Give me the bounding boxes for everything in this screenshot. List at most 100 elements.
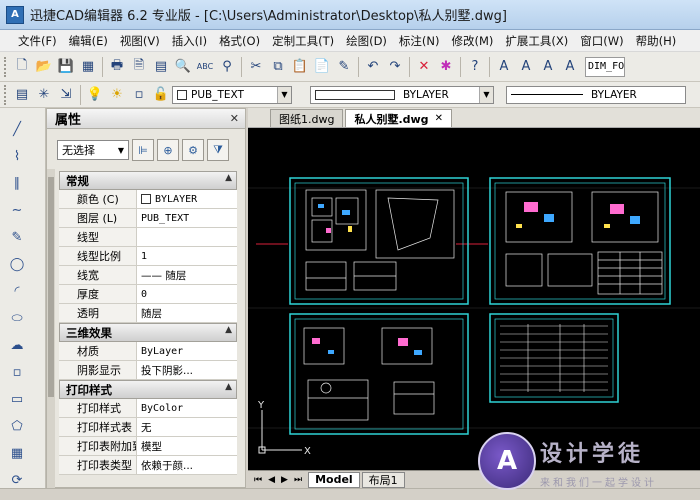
- property-value[interactable]: 随层: [137, 304, 237, 322]
- plot-icon[interactable]: ▤: [151, 57, 171, 77]
- drawing-canvas[interactable]: Y X: [248, 128, 700, 470]
- property-row[interactable]: 图层 (L) PUB_TEXT: [59, 209, 237, 228]
- property-value[interactable]: 无: [137, 418, 237, 436]
- text-a-icon[interactable]: A: [494, 57, 514, 77]
- point-icon[interactable]: ▫: [6, 361, 28, 383]
- circle-icon[interactable]: ◯: [6, 253, 28, 275]
- prev-layout-icon[interactable]: ◀: [268, 475, 275, 485]
- property-row[interactable]: 厚度 0: [59, 285, 237, 304]
- print-preview-icon[interactable]: 🗎: [129, 57, 149, 77]
- find-icon[interactable]: 🔍: [173, 57, 193, 77]
- menu-insert[interactable]: 插入(I): [172, 33, 207, 49]
- toolbar-grip[interactable]: [4, 56, 7, 77]
- layer-vp-icon[interactable]: ▫: [129, 85, 149, 105]
- paste-icon[interactable]: 📋: [290, 57, 310, 77]
- tab-drawing1[interactable]: 图纸1.dwg: [270, 109, 344, 127]
- property-row[interactable]: 打印样式表无: [59, 418, 237, 437]
- close-icon[interactable]: ✕: [230, 112, 239, 125]
- filter-icon[interactable]: ⧩: [207, 139, 229, 161]
- color-dropdown[interactable]: BYLAYER ▼: [310, 85, 494, 104]
- property-value[interactable]: PUB_TEXT: [137, 209, 237, 227]
- property-row[interactable]: 线型: [59, 228, 237, 247]
- property-row[interactable]: 打印样式 ByColor: [59, 399, 237, 418]
- open-file-icon[interactable]: 📂: [34, 57, 54, 77]
- property-row[interactable]: 线宽 —— 随层: [59, 266, 237, 285]
- hatch-icon[interactable]: ▦: [6, 442, 28, 464]
- undo-icon[interactable]: ↶: [363, 57, 383, 77]
- freehand-icon[interactable]: ✎: [6, 226, 28, 248]
- polyline-icon[interactable]: ⌇: [6, 145, 28, 167]
- layer-prev-icon[interactable]: ⇲: [56, 85, 76, 105]
- save-all-icon[interactable]: ▦: [78, 57, 98, 77]
- layer-dropdown[interactable]: PUB_TEXT ▼: [172, 85, 292, 104]
- text-a2-icon[interactable]: A: [516, 57, 536, 77]
- menu-draw[interactable]: 绘图(D): [346, 33, 387, 49]
- double-line-icon[interactable]: ∥: [6, 172, 28, 194]
- property-value[interactable]: 1: [137, 247, 237, 265]
- layer-freeze-icon[interactable]: ☀: [107, 85, 127, 105]
- spell-check-icon[interactable]: ABC: [195, 57, 215, 77]
- property-value[interactable]: [137, 228, 237, 246]
- last-layout-icon[interactable]: ⏭: [294, 475, 302, 485]
- linetype-dropdown[interactable]: BYLAYER: [506, 85, 686, 104]
- menu-format[interactable]: 格式(O): [219, 33, 260, 49]
- section-plot-style[interactable]: 打印样式 ▲: [59, 380, 237, 399]
- select-objects-icon[interactable]: ⊕: [157, 139, 179, 161]
- redo-icon[interactable]: ↷: [385, 57, 405, 77]
- arc-icon[interactable]: ◜: [6, 280, 28, 302]
- property-row[interactable]: 打印表附加到 模型: [59, 437, 237, 456]
- property-value[interactable]: ByLayer: [137, 342, 237, 360]
- cut-icon[interactable]: ✂: [246, 57, 266, 77]
- menu-edit[interactable]: 编辑(E): [69, 33, 108, 49]
- menu-custom-tools[interactable]: 定制工具(T): [272, 33, 334, 49]
- toolbar-grip[interactable]: [4, 84, 7, 105]
- tab-model[interactable]: Model: [308, 471, 360, 488]
- menu-modify[interactable]: 修改(M): [452, 33, 494, 49]
- menu-help[interactable]: 帮助(H): [636, 33, 677, 49]
- new-file-icon[interactable]: 🗋: [12, 57, 32, 77]
- save-icon[interactable]: 💾: [56, 57, 76, 77]
- section-general[interactable]: 常规 ▲: [59, 171, 237, 190]
- property-row[interactable]: 阴影显示 投下阴影...: [59, 361, 237, 380]
- property-value[interactable]: 模型: [137, 437, 237, 455]
- collapse-icon[interactable]: ▲: [225, 173, 232, 183]
- match-prop-icon[interactable]: ✎: [334, 57, 354, 77]
- layer-manager-icon[interactable]: ▤: [12, 85, 32, 105]
- layer-lock-icon[interactable]: 🔓: [151, 85, 171, 105]
- explode-icon[interactable]: ✱: [436, 57, 456, 77]
- property-value[interactable]: 0: [137, 285, 237, 303]
- menu-file[interactable]: 文件(F): [18, 33, 57, 49]
- print-icon[interactable]: 🖶: [107, 57, 127, 77]
- menu-view[interactable]: 视图(V): [120, 33, 160, 49]
- text-style-icon[interactable]: A: [560, 57, 580, 77]
- property-value[interactable]: ByColor: [137, 399, 237, 417]
- copy-icon[interactable]: ⧉: [268, 57, 288, 77]
- quick-select-icon[interactable]: ⚙: [182, 139, 204, 161]
- properties-scrollbar[interactable]: [47, 169, 55, 489]
- property-value[interactable]: 依赖于颜...: [137, 456, 237, 474]
- delete-icon[interactable]: ✕: [414, 57, 434, 77]
- collapse-icon[interactable]: ▲: [225, 382, 232, 392]
- property-value[interactable]: BYLAYER: [137, 190, 237, 208]
- property-row[interactable]: 颜色 (C) BYLAYER: [59, 190, 237, 209]
- ellipse-icon[interactable]: ⬭: [6, 307, 28, 329]
- tab-private-villa[interactable]: 私人别墅.dwg ✕: [345, 109, 452, 127]
- section-3d-effects[interactable]: 三维效果 ▲: [59, 323, 237, 342]
- first-layout-icon[interactable]: ⏮: [254, 475, 262, 485]
- property-row[interactable]: 打印表类型 依赖于颜...: [59, 456, 237, 475]
- property-value[interactable]: 投下阴影...: [137, 361, 237, 379]
- cloud-icon[interactable]: ☁: [6, 334, 28, 356]
- collapse-icon[interactable]: ▲: [225, 325, 232, 335]
- property-value[interactable]: —— 随层: [137, 266, 237, 284]
- spline-icon[interactable]: ∼: [6, 199, 28, 221]
- menu-extensions[interactable]: 扩展工具(X): [505, 33, 568, 49]
- dimstyle-dropdown[interactable]: DIM_FO: [585, 56, 625, 77]
- property-row[interactable]: 线型比例 1: [59, 247, 237, 266]
- next-layout-icon[interactable]: ▶: [281, 475, 288, 485]
- layer-on-icon[interactable]: 💡: [85, 85, 105, 105]
- property-row[interactable]: 材质 ByLayer: [59, 342, 237, 361]
- property-row[interactable]: 透明 随层: [59, 304, 237, 323]
- help-icon[interactable]: ?: [465, 57, 485, 77]
- menu-dimension[interactable]: 标注(N): [399, 33, 440, 49]
- polygon-icon[interactable]: ⬠: [6, 415, 28, 437]
